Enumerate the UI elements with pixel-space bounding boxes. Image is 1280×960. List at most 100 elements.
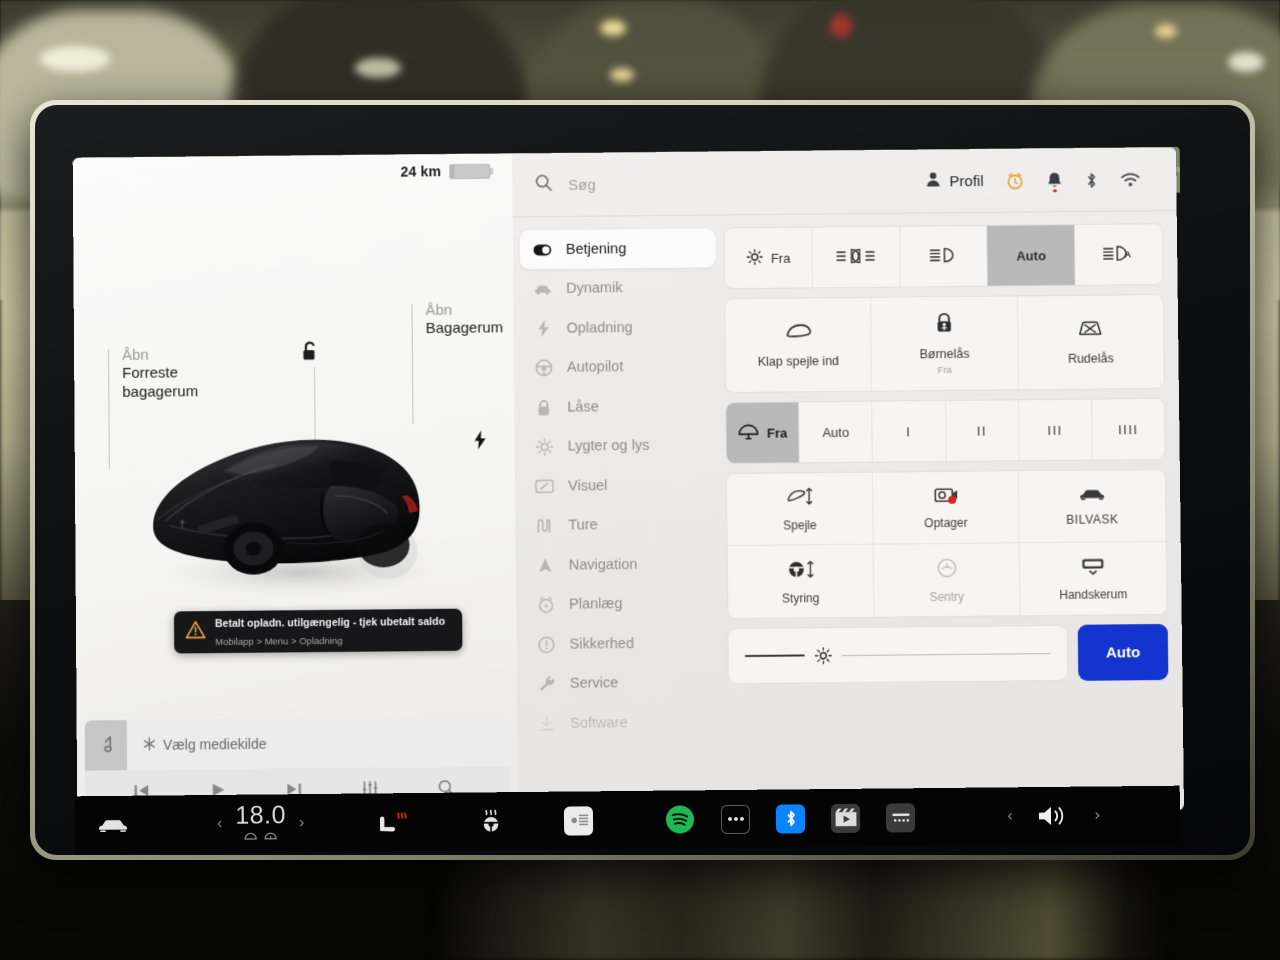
- seat-left-icon[interactable]: [243, 828, 258, 846]
- car-icon: [533, 282, 552, 295]
- recording-indicator-dot: [947, 495, 956, 504]
- notification-banner[interactable]: Betalt opladn. utilgængelig - tjek ubeta…: [173, 608, 463, 654]
- battery-icon: [449, 163, 491, 179]
- sidebar-item-lygter-og-lys[interactable]: Lygter og lys: [521, 426, 717, 467]
- light-glint: [355, 58, 401, 78]
- range-indicator: 24 km: [401, 163, 491, 180]
- sidebar-item-betjening[interactable]: Betjening: [519, 228, 716, 270]
- child-lock-button[interactable]: Børnelås Fra: [871, 296, 1019, 391]
- media-source-selector[interactable]: Vælg mediekilde: [127, 735, 267, 753]
- settings-sidebar[interactable]: Betjening Dynamik Opladning Autopilot Lå…: [513, 216, 722, 817]
- lights-option-parking[interactable]: [812, 226, 901, 288]
- notification-text: Betalt opladn. utilgængelig - tjek ubeta…: [215, 612, 445, 650]
- seat-heater-icon[interactable]: [376, 809, 410, 835]
- alarm-clock-icon[interactable]: [1005, 171, 1024, 190]
- sidebar-item-planlaeg[interactable]: Planlæg: [523, 584, 719, 625]
- sidebar-item-software[interactable]: Software: [524, 702, 721, 743]
- wiper-segmented-control[interactable]: Fra Auto I II III IIII: [725, 397, 1166, 465]
- wiper-option-auto[interactable]: Auto: [799, 401, 874, 463]
- headlights-segmented-control[interactable]: Fra Auto A: [723, 223, 1164, 290]
- search-placeholder: Søg: [568, 176, 596, 194]
- sidebar-item-laase[interactable]: Låse: [521, 386, 717, 427]
- brightness-auto-button[interactable]: Auto: [1077, 623, 1169, 681]
- tile-label: Optager: [924, 515, 968, 531]
- bell-icon[interactable]: [1046, 171, 1062, 193]
- tuner-icon[interactable]: [886, 802, 916, 833]
- sidebar-item-service[interactable]: Service: [524, 663, 721, 704]
- sidebar-item-autopilot[interactable]: Autopilot: [521, 347, 717, 388]
- brightness-slider[interactable]: [727, 624, 1069, 685]
- frunk-callout[interactable]: Åbn Forreste bagagerum: [108, 346, 198, 469]
- lights-option-off[interactable]: Fra: [724, 227, 813, 289]
- theater-icon[interactable]: [831, 803, 861, 833]
- tile-styring[interactable]: Styring: [727, 544, 875, 619]
- tile-label: Sentry: [929, 589, 965, 604]
- lights-option-auto-highbeam[interactable]: A: [1075, 224, 1162, 285]
- charge-bolt-icon[interactable]: [474, 430, 487, 454]
- climate-icon[interactable]: [564, 805, 594, 836]
- unlock-open-icon[interactable]: [301, 340, 321, 367]
- wifi-icon[interactable]: [1120, 172, 1140, 187]
- volume-icon[interactable]: [1037, 803, 1071, 829]
- fold-mirrors-button[interactable]: Klap spejle ind: [725, 297, 873, 393]
- search-input[interactable]: Søg: [534, 173, 596, 198]
- fold-mirrors-label: Klap spejle ind: [757, 354, 840, 369]
- range-value: 24 km: [400, 163, 442, 180]
- trunk-target-1: Bagagerum: [425, 319, 504, 338]
- profile-label: Profil: [949, 172, 984, 190]
- tile-handskerum[interactable]: Handskerum: [1020, 542, 1167, 615]
- wiper-option-label: III: [1047, 422, 1063, 438]
- display-icon: [535, 479, 554, 494]
- sidebar-label: Navigation: [568, 556, 638, 574]
- mirror-locks-row[interactable]: Klap spejle ind Børnelås Fra Rudelås: [724, 294, 1165, 394]
- wiper-option-label: II: [976, 423, 988, 439]
- controls-column: Fra Auto A Klap spejle ind Børnelås Fra …: [715, 211, 1184, 815]
- climate-temperature-control[interactable]: ‹ 18.0 ›: [217, 801, 305, 846]
- quick-actions-grid[interactable]: Spejle Optager BILVASK Styring Sentry Ha…: [725, 468, 1168, 620]
- sidebar-item-dynamik[interactable]: Dynamik: [520, 268, 716, 309]
- media-source-row[interactable]: Vælg mediekilde: [84, 716, 510, 771]
- wiper-option-off[interactable]: Fra: [726, 402, 800, 464]
- trunk-callout[interactable]: Åbn Bagagerum: [411, 301, 503, 425]
- wiper-option-label: Auto: [822, 424, 850, 440]
- sidebar-item-sikkerhed[interactable]: Sikkerhed: [523, 623, 720, 664]
- window-lock-button[interactable]: Rudelås: [1018, 295, 1164, 389]
- vehicle-image[interactable]: [134, 399, 466, 602]
- tile-optager[interactable]: Optager: [872, 471, 1020, 545]
- sidebar-item-visuel[interactable]: Visuel: [522, 465, 718, 506]
- volume-increase-button[interactable]: ›: [1095, 806, 1101, 824]
- volume-decrease-button[interactable]: ‹: [1007, 807, 1013, 825]
- tile-spejle[interactable]: Spejle: [726, 472, 874, 547]
- sidebar-item-ture[interactable]: Ture: [522, 505, 718, 546]
- bluetooth-icon[interactable]: [776, 803, 806, 834]
- wiper-option-4[interactable]: IIII: [1092, 399, 1165, 460]
- temp-increase-button[interactable]: ›: [299, 814, 305, 832]
- seat-right-icon[interactable]: [263, 827, 278, 845]
- tile-bilvask[interactable]: BILVASK: [1018, 469, 1166, 544]
- temp-decrease-button[interactable]: ‹: [217, 815, 223, 833]
- tile-sentry[interactable]: Sentry: [873, 543, 1021, 617]
- profile-button[interactable]: Profil: [925, 171, 984, 192]
- spotify-icon[interactable]: [665, 804, 695, 834]
- auto-high-beam-icon: A: [1102, 243, 1136, 265]
- brightness-sun-icon[interactable]: [814, 646, 833, 665]
- sidebar-item-opladning[interactable]: Opladning: [520, 307, 716, 348]
- frunk-action: Åbn: [121, 346, 149, 364]
- low-beam-icon: [928, 246, 958, 267]
- bolt-icon: [533, 320, 552, 337]
- more-dots-icon[interactable]: [721, 804, 751, 834]
- wiper-icon: [738, 422, 760, 443]
- trunk-callout-text: Åbn Bagagerum: [425, 301, 503, 338]
- lights-option-lowbeam[interactable]: [899, 225, 989, 287]
- car-front-icon[interactable]: [97, 815, 129, 835]
- wiper-option-1[interactable]: I: [872, 400, 947, 462]
- bluetooth-icon[interactable]: [1084, 170, 1098, 189]
- sun-icon: [535, 438, 554, 456]
- wiper-option-2[interactable]: II: [945, 400, 1020, 461]
- light-glint: [1155, 24, 1177, 38]
- steering-wheel-heater-icon[interactable]: [476, 808, 506, 834]
- vehicle-status-panel: 24 km Åbn Forreste bagagerum Åbn Bagager…: [72, 153, 519, 821]
- sidebar-item-navigation[interactable]: Navigation: [523, 544, 719, 585]
- lights-option-auto[interactable]: Auto: [987, 225, 1076, 286]
- wiper-option-3[interactable]: III: [1018, 399, 1093, 461]
